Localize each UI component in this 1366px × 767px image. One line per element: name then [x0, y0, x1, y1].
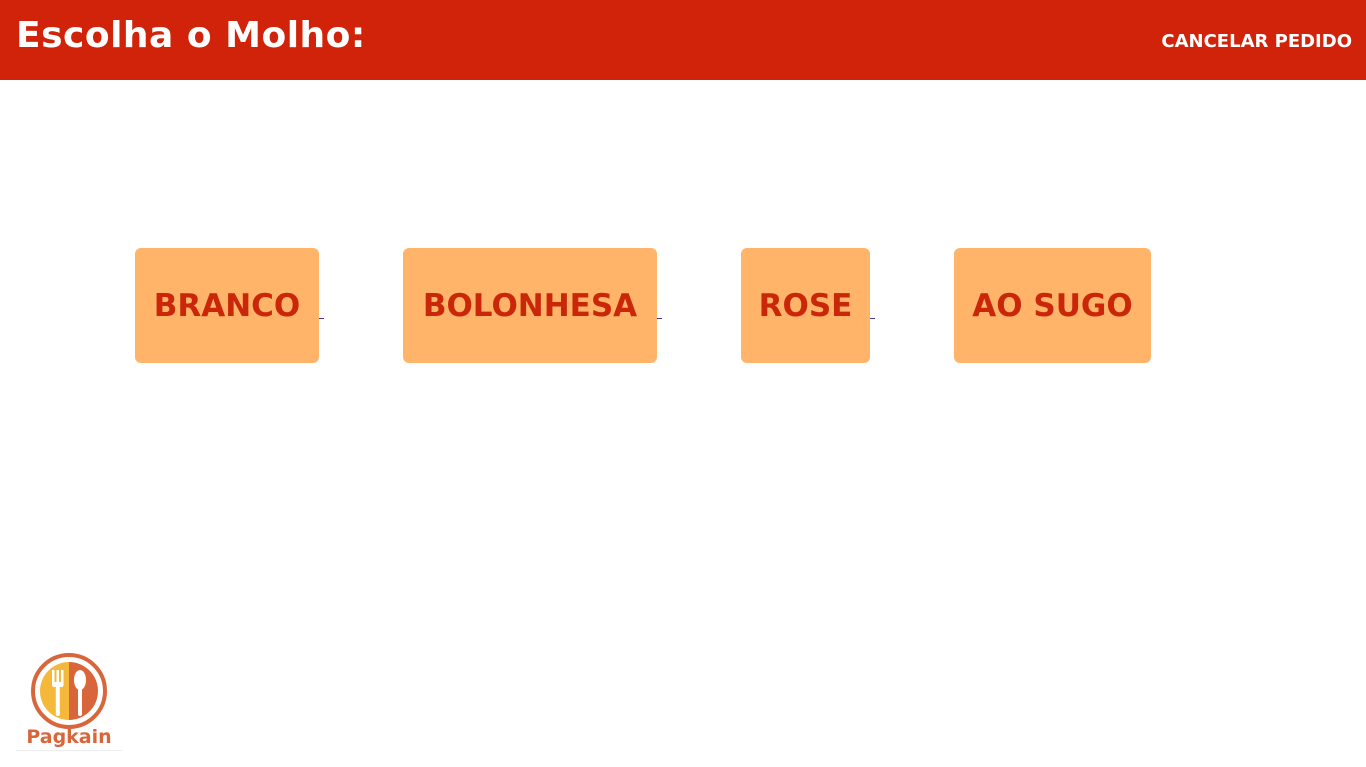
cancel-order-link[interactable]: CANCELAR PEDIDO [1161, 30, 1352, 54]
sauce-option-label: BOLONHESA [422, 287, 638, 324]
sauce-option-label: AO SUGO [972, 287, 1133, 324]
page-title: Escolha o Molho: [16, 15, 366, 56]
sauce-option-bolonhesa[interactable]: BOLONHESA [403, 248, 657, 363]
link-underline [870, 318, 875, 319]
fork-spoon-plate-icon [31, 653, 107, 729]
divider [16, 750, 122, 751]
sauce-option-rose[interactable]: ROSE [741, 248, 870, 363]
pagkain-logo: Pagkain [16, 650, 122, 752]
link-underline [319, 318, 324, 319]
sauce-option-label: BRANCO [153, 287, 301, 324]
sauce-option-branco[interactable]: BRANCO [135, 248, 319, 363]
logo-text: Pagkain [26, 726, 112, 748]
sauce-option-label: ROSE [758, 287, 853, 324]
sauce-option-ao-sugo[interactable]: AO SUGO [954, 248, 1151, 363]
header-bar: Escolha o Molho: CANCELAR PEDIDO [0, 0, 1366, 80]
link-underline [657, 318, 662, 319]
